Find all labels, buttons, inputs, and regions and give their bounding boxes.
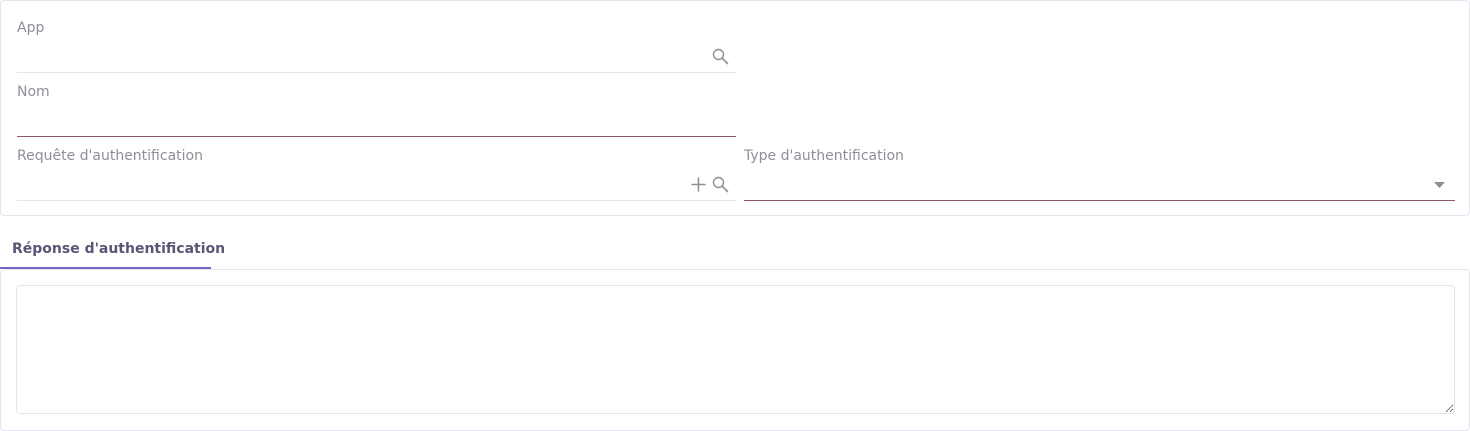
search-icon[interactable]	[712, 48, 729, 65]
form-panel: App Nom Requête d'authentification Type …	[0, 0, 1470, 216]
app-field: App	[17, 20, 736, 73]
nom-label: Nom	[17, 84, 50, 100]
tab-reponse-authentification[interactable]: Réponse d'authentification	[0, 233, 225, 269]
reponse-textarea[interactable]	[16, 285, 1455, 414]
requete-underline	[17, 200, 736, 201]
nom-input[interactable]	[17, 106, 736, 136]
type-label: Type d'authentification	[744, 148, 904, 164]
requete-input[interactable]	[17, 170, 676, 200]
search-icon[interactable]	[712, 176, 729, 193]
app-underline	[17, 72, 736, 73]
caret-down-icon[interactable]	[1434, 182, 1445, 188]
type-field[interactable]: Type d'authentification	[744, 148, 1455, 201]
nom-underline	[17, 136, 736, 137]
nom-field: Nom	[17, 84, 736, 137]
requete-label: Requête d'authentification	[17, 148, 203, 164]
tab-label: Réponse d'authentification	[12, 241, 226, 257]
type-underline	[744, 200, 1455, 201]
plus-icon[interactable]	[691, 177, 706, 192]
app-input[interactable]	[17, 42, 696, 72]
tab-panel-reponse	[0, 269, 1470, 431]
type-select-value[interactable]	[744, 170, 1425, 200]
requete-field: Requête d'authentification	[17, 148, 736, 201]
app-label: App	[17, 20, 45, 36]
